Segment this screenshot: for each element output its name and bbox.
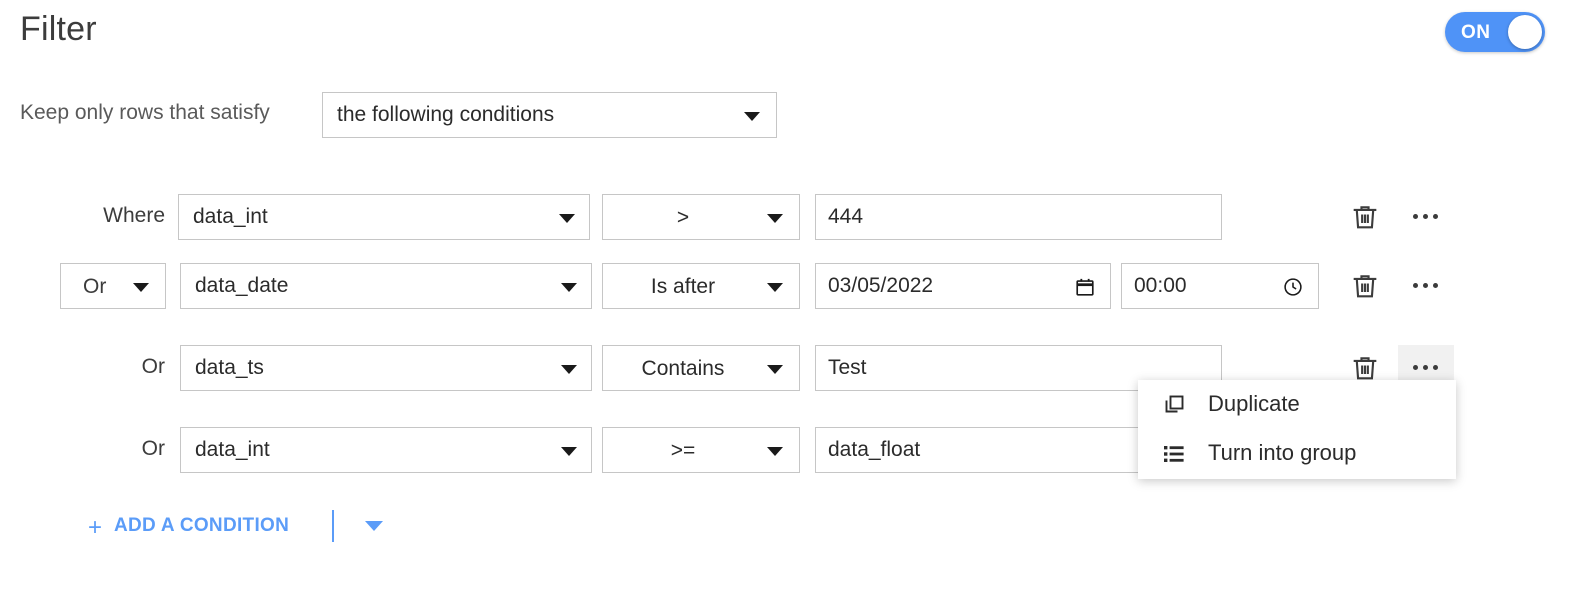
menu-item-turn-into-group[interactable]: Turn into group: [1138, 429, 1456, 478]
operator-value: >: [676, 206, 690, 229]
menu-item-label: Turn into group: [1208, 440, 1357, 465]
time-input[interactable]: 00:00: [1121, 263, 1319, 309]
filter-enable-toggle[interactable]: ON: [1445, 12, 1545, 52]
chevron-down-icon: [133, 283, 149, 292]
conjunction-select[interactable]: Or: [60, 263, 166, 309]
satisfy-mode-select[interactable]: the following conditions: [322, 92, 777, 138]
chevron-down-icon: [767, 283, 783, 292]
condition-row: Or data_date Is after 03/05/2022 00:00: [0, 263, 1578, 309]
conjunction-value: Or: [83, 275, 107, 298]
satisfy-row: Keep only rows that satisfy the followin…: [0, 92, 1578, 140]
date-input[interactable]: 03/05/2022: [815, 263, 1111, 309]
delete-condition-button[interactable]: [1348, 269, 1382, 303]
field-select[interactable]: data_int: [178, 194, 590, 240]
ellipsis-icon: [1412, 365, 1440, 371]
value-text: 444: [828, 205, 864, 228]
condition-more-button[interactable]: [1398, 263, 1454, 309]
operator-value: >=: [670, 439, 696, 462]
trash-icon: [1353, 275, 1377, 298]
conjunction-label: Or: [141, 437, 165, 460]
toggle-state-label: ON: [1461, 22, 1491, 43]
divider: [332, 510, 334, 542]
clock-icon[interactable]: [1282, 276, 1304, 298]
menu-item-label: Duplicate: [1208, 391, 1300, 416]
value-text: data_float: [828, 438, 921, 461]
chevron-down-icon: [561, 283, 577, 292]
ellipsis-icon: [1412, 283, 1440, 289]
date-value: 03/05/2022: [828, 274, 934, 297]
satisfy-label: Keep only rows that satisfy: [20, 101, 270, 124]
condition-more-button[interactable]: [1398, 194, 1454, 240]
add-condition-dropdown-button[interactable]: [356, 508, 392, 544]
duplicate-icon: [1162, 393, 1186, 417]
conjunction-label: Or: [141, 355, 165, 378]
toggle-knob: [1508, 15, 1542, 49]
add-condition-button[interactable]: ADD A CONDITION: [114, 515, 289, 537]
page-title: Filter: [20, 10, 97, 48]
operator-select[interactable]: Is after: [602, 263, 800, 309]
chevron-down-icon: [559, 214, 575, 223]
operator-select[interactable]: >: [602, 194, 800, 240]
value-text: Test: [828, 356, 867, 379]
calendar-icon[interactable]: [1074, 276, 1096, 298]
condition-context-menu: Duplicate Turn into group: [1138, 380, 1456, 479]
operator-value: Is after: [650, 275, 716, 298]
list-icon: [1162, 442, 1186, 466]
chevron-down-icon: [767, 365, 783, 374]
field-select[interactable]: data_ts: [180, 345, 592, 391]
value-input[interactable]: 444: [815, 194, 1222, 240]
chevron-down-icon: [365, 521, 383, 531]
field-select[interactable]: data_date: [180, 263, 592, 309]
chevron-down-icon: [767, 447, 783, 456]
menu-item-duplicate[interactable]: Duplicate: [1138, 380, 1456, 429]
chevron-down-icon: [561, 447, 577, 456]
condition-row: Where data_int > 444: [0, 194, 1578, 240]
field-value: data_int: [193, 205, 268, 228]
time-value: 00:00: [1134, 274, 1187, 297]
plus-icon: +: [88, 514, 103, 541]
ellipsis-icon: [1412, 214, 1440, 220]
chevron-down-icon: [767, 214, 783, 223]
filter-header: Filter ON: [0, 0, 1578, 68]
chevron-down-icon: [744, 112, 760, 121]
operator-value: Contains: [641, 357, 725, 380]
delete-condition-button[interactable]: [1348, 200, 1382, 234]
operator-select[interactable]: Contains: [602, 345, 800, 391]
conjunction-label: Where: [103, 204, 165, 227]
trash-icon: [1353, 206, 1377, 229]
field-value: data_ts: [195, 356, 264, 379]
field-value: data_date: [195, 274, 289, 297]
operator-select[interactable]: >=: [602, 427, 800, 473]
field-value: data_int: [195, 438, 270, 461]
chevron-down-icon: [561, 365, 577, 374]
satisfy-mode-value: the following conditions: [337, 103, 555, 126]
field-select[interactable]: data_int: [180, 427, 592, 473]
